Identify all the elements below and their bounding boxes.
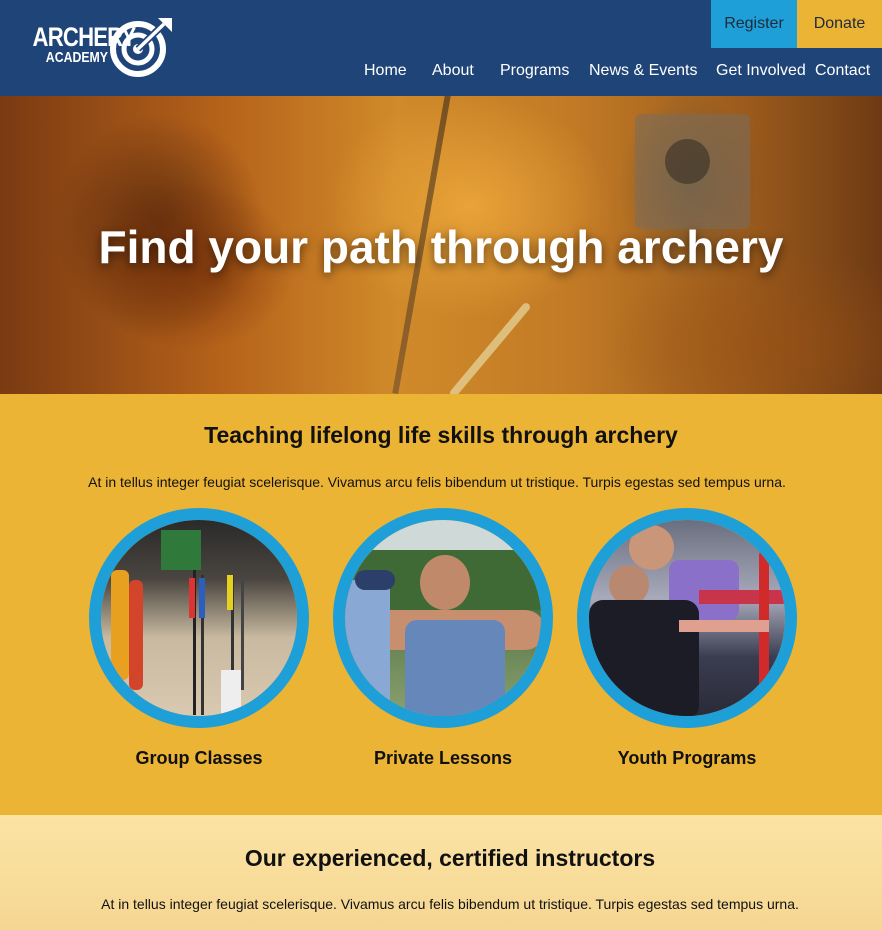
hero-arrow-image [448, 301, 532, 394]
nav-programs[interactable]: Programs [500, 62, 569, 80]
hero-title: Find your path through archery [98, 221, 784, 273]
hero-banner: Find your path through archery [0, 96, 882, 394]
instructors-title: Our experienced, certified instructors [244, 845, 656, 871]
site-logo[interactable]: ARCHERY ACADEMY [16, 16, 176, 80]
nav-get-involved[interactable]: Get Involved [716, 62, 806, 80]
program-card-group-classes[interactable]: Group Classes [89, 508, 309, 768]
logo-line2: ACADEMY [45, 49, 108, 66]
logo-text: ARCHERY ACADEMY [16, 22, 137, 66]
youth-programs-photo[interactable] [577, 508, 797, 728]
program-card-private-lessons[interactable]: Private Lessons [333, 508, 553, 768]
private-lessons-photo[interactable] [333, 508, 553, 728]
nav-home[interactable]: Home [364, 62, 407, 80]
group-classes-photo[interactable] [89, 508, 309, 728]
instructors-text: At in tellus integer feugiat scelerisque… [101, 896, 799, 912]
logo-line1: ARCHERY [32, 22, 137, 52]
register-button[interactable]: Register [711, 0, 797, 48]
skills-text: At in tellus integer feugiat scelerisque… [88, 474, 786, 490]
hero-target-image [635, 114, 750, 229]
youth-programs-label[interactable]: Youth Programs [577, 748, 797, 769]
nav-about[interactable]: About [432, 62, 474, 80]
donate-button[interactable]: Donate [797, 0, 882, 48]
program-card-youth-programs[interactable]: Youth Programs [577, 508, 797, 768]
group-classes-label[interactable]: Group Classes [89, 748, 309, 769]
skills-section: Teaching lifelong life skills through ar… [0, 394, 882, 815]
target-arrow-icon [110, 18, 172, 77]
instructors-section: Our experienced, certified instructors A… [0, 815, 882, 930]
nav-news-events[interactable]: News & Events [589, 62, 697, 80]
nav-contact[interactable]: Contact [815, 62, 870, 80]
skills-title: Teaching lifelong life skills through ar… [204, 422, 678, 448]
private-lessons-label[interactable]: Private Lessons [333, 748, 553, 769]
site-header: ARCHERY ACADEMY Register Donate Home Abo… [0, 0, 882, 96]
